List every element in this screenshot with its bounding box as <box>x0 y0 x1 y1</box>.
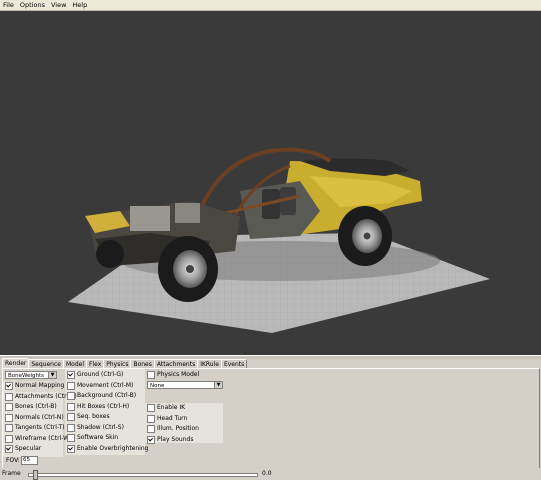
checkbox-ground[interactable]: Ground (Ctrl-G) <box>65 370 148 381</box>
model-viewport[interactable] <box>0 11 541 355</box>
menu-view[interactable]: View <box>48 0 69 10</box>
checkbox-icon <box>5 392 13 401</box>
render-options-column-3: Physics Model <box>145 370 199 381</box>
menu-file[interactable]: File <box>0 0 17 10</box>
render-mode-value: BoneWeights <box>8 373 45 379</box>
render-mode-select[interactable]: BoneWeights ▼ <box>5 371 57 379</box>
checkbox-play-sounds[interactable]: Play Sounds <box>145 435 199 446</box>
checkbox-enable-overbrightening[interactable]: Enable Overbrightening <box>65 444 148 455</box>
checkbox-head-turn[interactable]: Head Turn <box>145 414 199 425</box>
checkbox-enable-ik[interactable]: Enable IK <box>145 403 199 414</box>
checkbox-icon <box>67 423 75 432</box>
control-tabs: Render Sequence Model Flex Physics Bones Attac… <box>2 358 248 369</box>
rear-wheel <box>338 206 392 266</box>
checkbox-icon <box>67 434 75 443</box>
checkbox-icon <box>5 382 13 391</box>
checkbox-icon <box>67 402 75 411</box>
checkbox-icon <box>147 425 155 434</box>
checkbox-icon <box>67 444 75 453</box>
checkbox-physics-model[interactable]: Physics Model <box>145 370 199 381</box>
checkbox-icon <box>67 371 75 380</box>
checkbox-icon <box>67 413 75 422</box>
menu-options[interactable]: Options <box>17 0 48 10</box>
checkbox-movement[interactable]: Movement (Ctrl-M) <box>65 381 148 392</box>
menu-bar: File Options View Help <box>0 0 541 11</box>
checkbox-icon <box>5 403 13 412</box>
checkbox-icon <box>5 413 13 422</box>
render-options-column-2: Ground (Ctrl-G) Movement (Ctrl-M) Backgr… <box>65 370 148 454</box>
frame-timebar: Frame 0.0 <box>0 468 541 480</box>
checkbox-icon <box>5 424 13 433</box>
checkbox-icon <box>5 434 13 443</box>
checkbox-icon <box>5 445 13 454</box>
render-panel: BoneWeights ▼ Normal Mapping Attachments… <box>2 368 540 469</box>
checkbox-icon <box>67 381 75 390</box>
checkbox-icon <box>147 371 155 380</box>
physics-model-select[interactable]: None ▼ <box>147 381 223 389</box>
frame-value: 0.0 <box>262 470 272 477</box>
frame-label: Frame <box>2 470 21 477</box>
checkbox-icon <box>147 414 155 423</box>
menu-help[interactable]: Help <box>69 0 90 10</box>
physics-model-value: None <box>150 383 165 389</box>
checkbox-illum-position[interactable]: Illum. Position <box>145 424 199 435</box>
chevron-down-icon: ▼ <box>48 372 56 378</box>
frame-slider[interactable] <box>28 473 258 477</box>
checkbox-icon <box>67 392 75 401</box>
checkbox-shadow[interactable]: Shadow (Ctrl-S) <box>65 423 148 434</box>
fov-label: FOV: <box>6 457 20 464</box>
checkbox-software-skin[interactable]: Software Skin <box>65 433 148 444</box>
checkbox-seq-boxes[interactable]: Seq. boxes <box>65 412 148 423</box>
checkbox-background[interactable]: Background (Ctrl-B) <box>65 391 148 402</box>
chevron-down-icon: ▼ <box>214 382 222 388</box>
frame-slider-thumb[interactable] <box>33 470 38 480</box>
checkbox-icon <box>147 435 155 444</box>
car-model-render <box>68 147 490 333</box>
checkbox-hit-boxes[interactable]: Hit Boxes (Ctrl-H) <box>65 402 148 413</box>
render-options-column-3b: Enable IK Head Turn Illum. Position Play… <box>145 403 199 445</box>
fov-input[interactable]: 65 <box>21 456 38 465</box>
front-wheel <box>158 236 218 302</box>
checkbox-icon <box>147 404 155 413</box>
